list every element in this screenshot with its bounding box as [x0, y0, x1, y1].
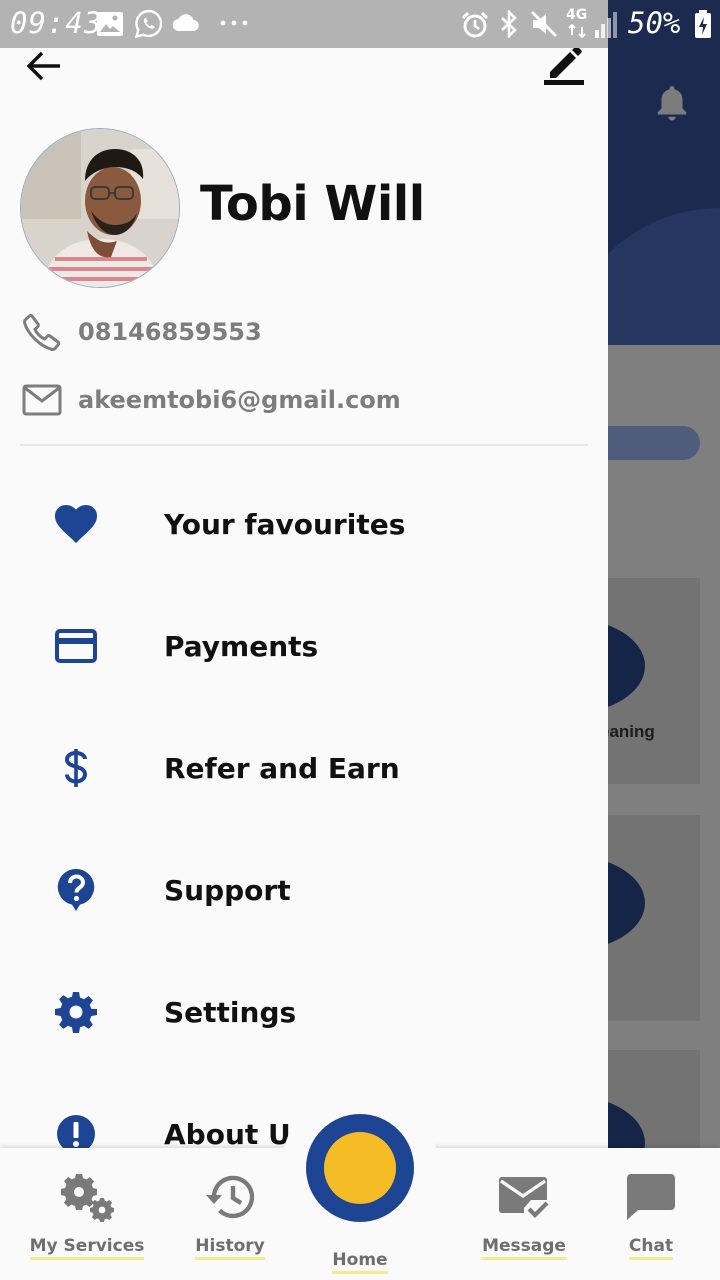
menu-item-favourites[interactable]: Your favourites: [0, 476, 608, 572]
menu-item-payments[interactable]: Payments: [0, 598, 608, 694]
phone-row[interactable]: 08146859553: [22, 312, 262, 352]
menu-label: Settings: [164, 995, 297, 1029]
nav-label: Chat: [628, 1236, 674, 1260]
status-bar: 09:43 4G 50%: [0, 0, 720, 48]
email-address: akeemtobi6@gmail.com: [78, 386, 401, 414]
menu-label: Payments: [164, 629, 319, 663]
nav-label: My Services: [29, 1236, 145, 1260]
email-row[interactable]: akeemtobi6@gmail.com: [22, 380, 401, 420]
home-circle-icon: [324, 1132, 396, 1204]
gallery-icon: [97, 12, 123, 36]
menu-item-refer-earn[interactable]: Refer and Earn: [0, 720, 608, 816]
nav-chat[interactable]: Chat: [616, 1148, 686, 1280]
navigation-drawer: Tobi Will 08146859553 akeemtobi6@gmail.c…: [0, 48, 608, 1148]
menu-label: Your favourites: [164, 507, 406, 541]
nav-message[interactable]: Message: [474, 1148, 574, 1280]
back-button[interactable]: [24, 48, 64, 84]
nav-label: Home: [332, 1250, 388, 1274]
bluetooth-icon: [501, 10, 517, 38]
menu-item-support[interactable]: Support: [0, 842, 608, 938]
drawer-divider: [20, 444, 588, 446]
nav-label: Message: [482, 1236, 566, 1260]
chat-bubble-icon: [627, 1174, 675, 1220]
avatar-photo: [21, 129, 179, 287]
battery-icon: [695, 10, 711, 38]
info-icon: [57, 1115, 95, 1148]
nav-my-services[interactable]: My Services: [29, 1148, 145, 1280]
nav-home-label-wrap[interactable]: Home: [320, 1250, 400, 1274]
background-card-label: eaning: [600, 722, 655, 741]
gear-icon: [55, 992, 97, 1033]
avatar: [20, 128, 180, 288]
mute-icon: [530, 10, 558, 38]
menu-label: Support: [164, 873, 291, 907]
data-arrows-icon: [568, 24, 586, 38]
home-button[interactable]: [306, 1114, 414, 1222]
menu-label: Refer and Earn: [164, 751, 400, 785]
alarm-icon: [461, 11, 489, 38]
arrow-left-icon: [26, 51, 60, 81]
signal-icon: [595, 12, 617, 38]
phone-icon: [23, 313, 61, 351]
phone-number: 08146859553: [78, 318, 262, 346]
whatsapp-icon: [134, 9, 163, 39]
mail-check-icon: [499, 1177, 549, 1218]
status-time: 09:43: [10, 6, 103, 40]
nav-history[interactable]: History: [190, 1148, 270, 1280]
edit-profile-button[interactable]: [540, 48, 588, 90]
mail-icon: [22, 384, 62, 416]
history-icon: [206, 1175, 255, 1219]
gears-icon: [61, 1174, 114, 1222]
nav-label: History: [195, 1236, 265, 1260]
menu-item-settings[interactable]: Settings: [0, 964, 608, 1060]
bell-icon: [657, 86, 687, 121]
help-icon: [57, 868, 95, 911]
network-type: 4G: [566, 7, 588, 23]
profile-name: Tobi Will: [200, 176, 425, 232]
cloud-icon: [172, 14, 199, 32]
pencil-icon: [544, 48, 584, 85]
credit-card-icon: [55, 629, 97, 663]
battery-percent: 50%: [628, 6, 681, 40]
heart-icon: [55, 505, 97, 543]
more-dots-icon: [220, 20, 248, 26]
dollar-icon: [64, 749, 88, 787]
